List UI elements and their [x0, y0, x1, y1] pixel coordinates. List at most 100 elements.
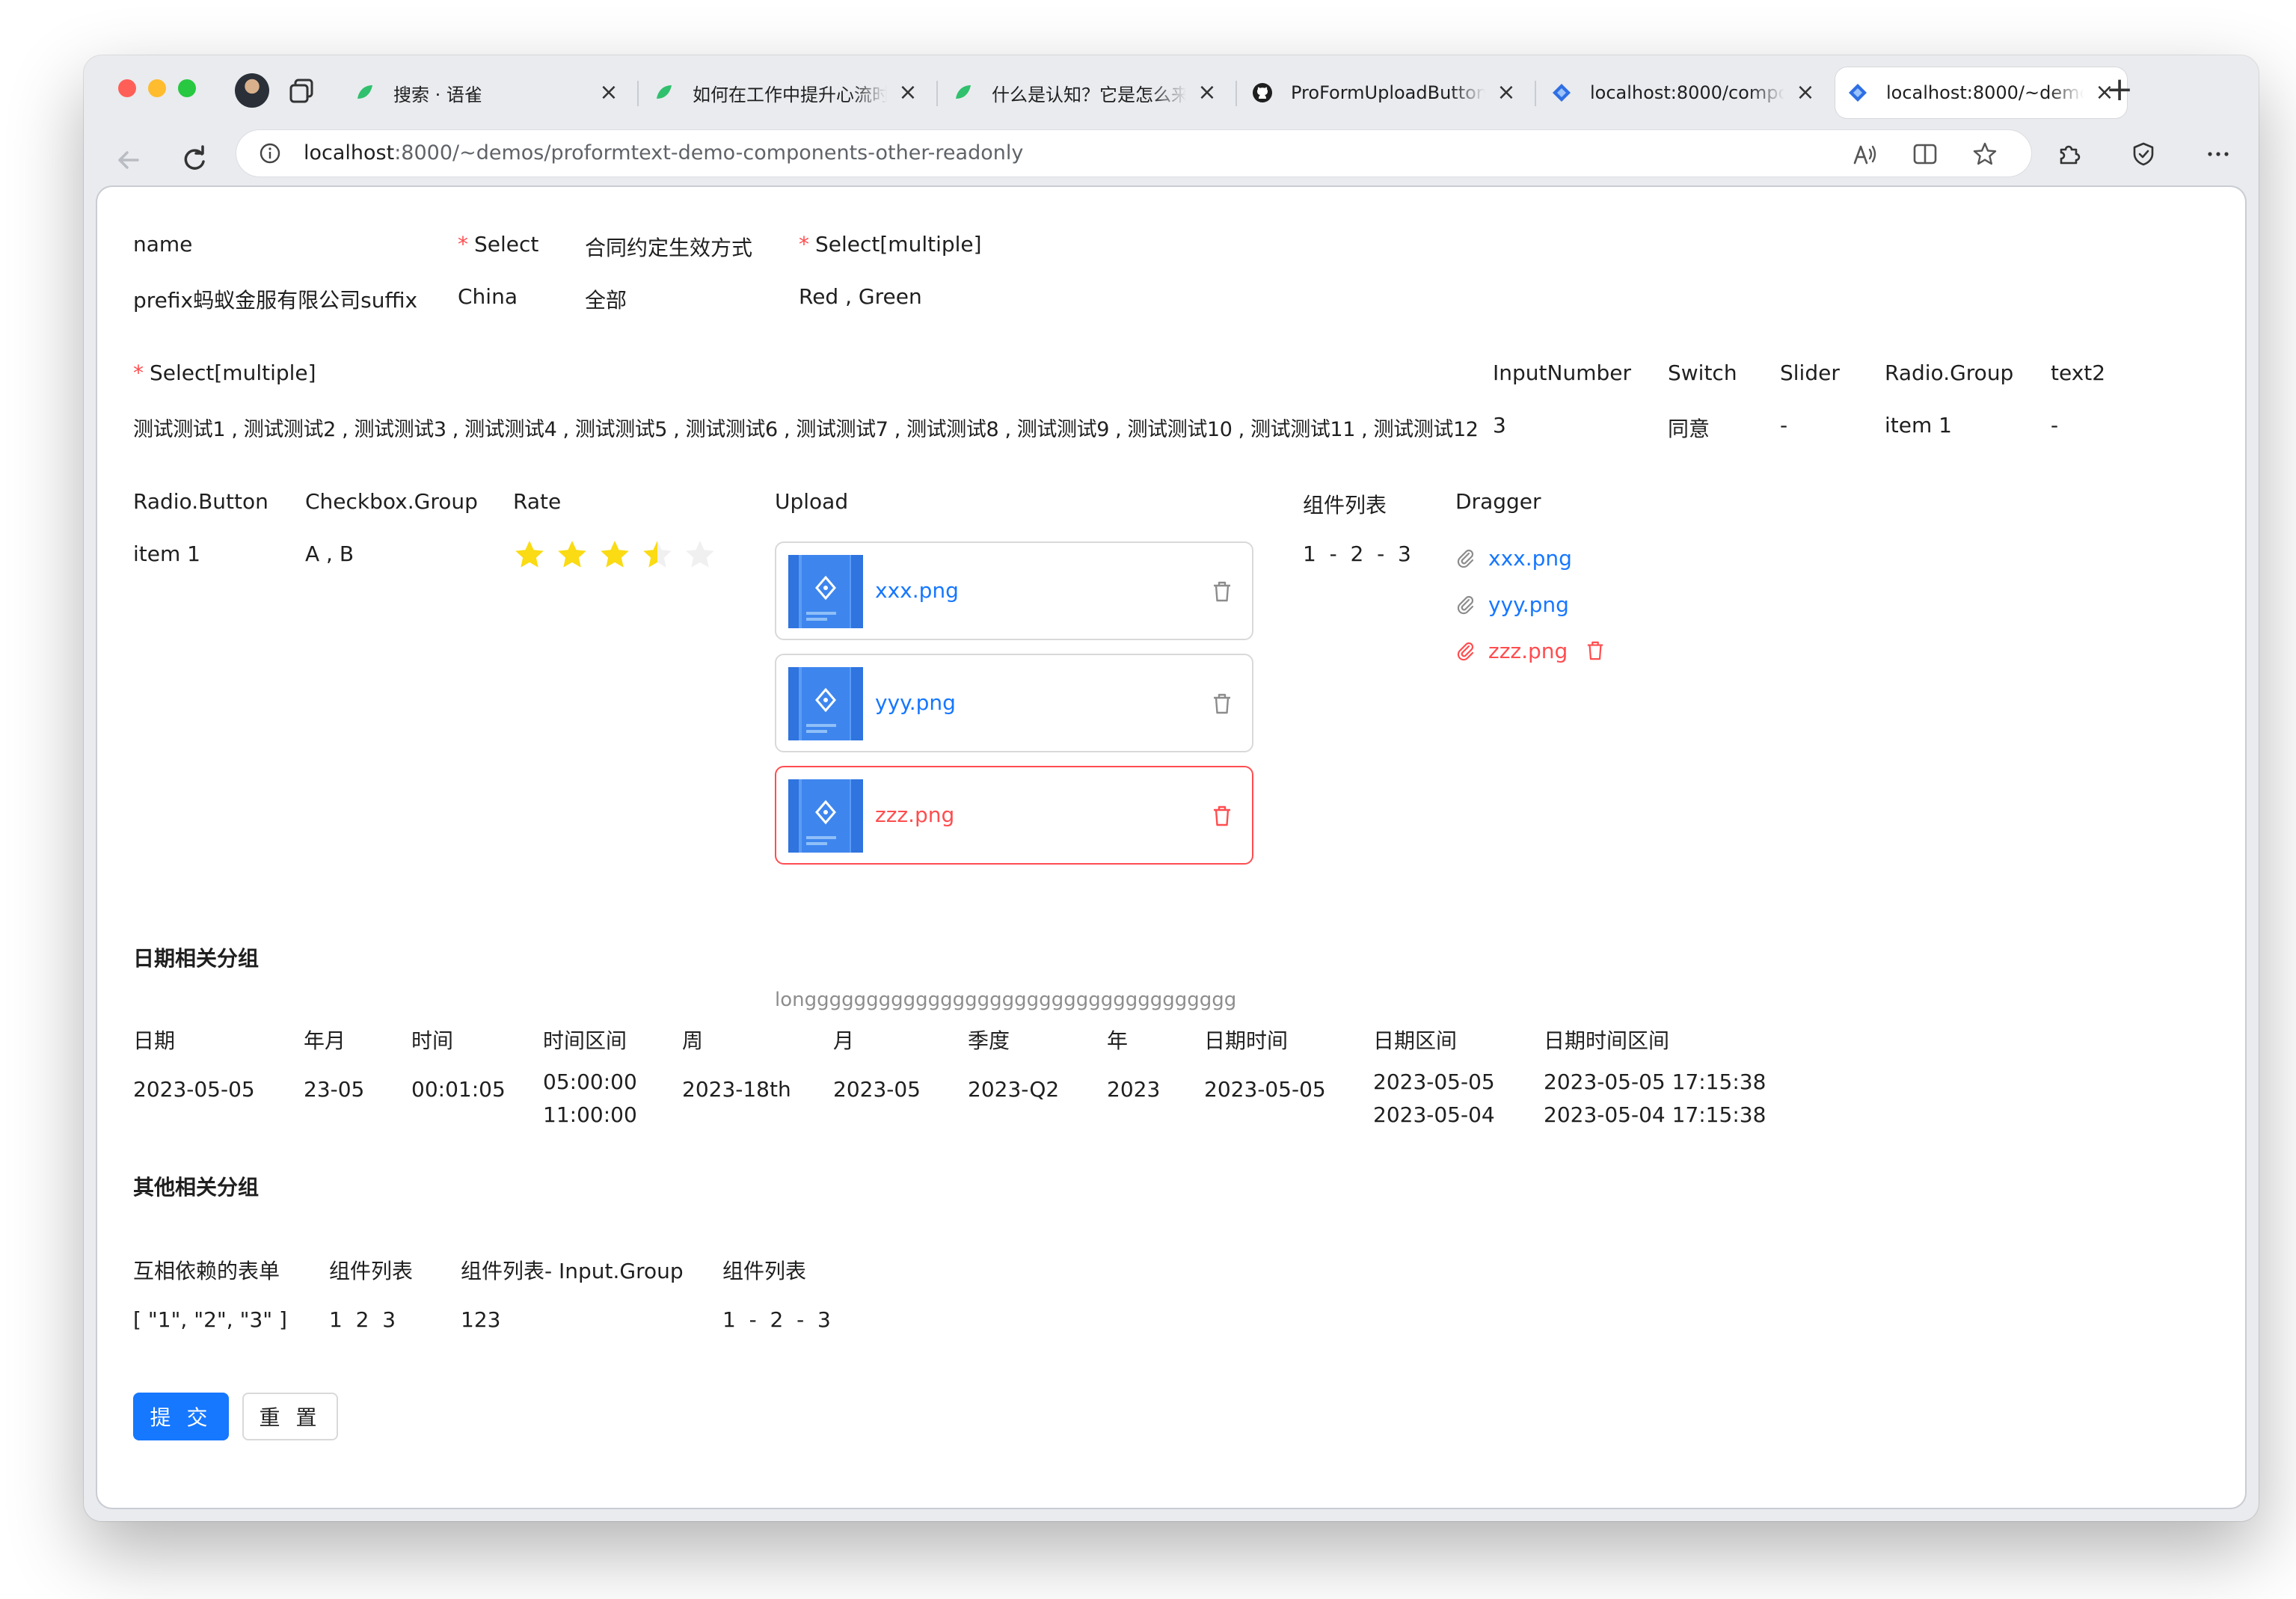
field-label-mon: 月 — [833, 1028, 855, 1053]
dumi-icon — [1553, 84, 1571, 102]
image-thumbnail-icon — [788, 667, 863, 740]
tab-yuque-search[interactable]: 搜索 · 语雀 × — [343, 67, 631, 118]
upload-file-card[interactable]: zzz.png — [775, 766, 1253, 865]
read-aloud-icon[interactable] — [1852, 141, 1879, 168]
upload-extra-text: longgggggggggggggggggggggggggggggggggg — [775, 989, 1237, 1011]
field-value-component-list: 1 - 2 - 3 — [1303, 541, 1411, 566]
site-info-icon[interactable] — [259, 142, 281, 165]
star-icon — [686, 541, 714, 568]
field-value-select-multiple: Red , Green — [799, 284, 922, 309]
field-label-list-1: 组件列表 — [329, 1259, 414, 1283]
field-label-switch: Switch — [1668, 360, 1737, 385]
paperclip-icon — [1457, 595, 1474, 615]
upload-file-card[interactable]: xxx.png — [775, 541, 1253, 640]
tab-title: 搜索 · 语雀 — [393, 84, 482, 105]
delete-icon[interactable] — [1212, 580, 1233, 603]
tab-divider — [936, 81, 938, 106]
tab-title: localhost:8000/~demos — [1886, 82, 2084, 103]
field-value-date: 2023-05-05 — [133, 1077, 255, 1102]
field-label-date-range: 日期区间 — [1373, 1028, 1458, 1053]
field-value-slider: - — [1780, 413, 1788, 438]
delete-icon[interactable] — [1212, 693, 1233, 715]
close-window-button[interactable] — [118, 79, 136, 97]
close-icon[interactable]: × — [1795, 82, 1816, 104]
required-mark: * — [458, 232, 468, 257]
dragger-file-name[interactable]: zzz.png — [1488, 639, 1568, 663]
field-value-year: 2023 — [1107, 1077, 1161, 1102]
field-value-select-multiple-2: 测试测试1 , 测试测试2 , 测试测试3 , 测试测试4 , 测试测试5 , … — [133, 418, 1479, 441]
field-value-mon: 2023-05 — [833, 1077, 921, 1102]
field-label-time: 时间 — [411, 1028, 454, 1053]
submit-button[interactable]: 提 交 — [133, 1393, 229, 1440]
close-icon[interactable]: × — [598, 82, 619, 104]
tab-localhost-components[interactable]: localhost:8000/components × — [1539, 67, 1828, 118]
tab-title: localhost:8000/components — [1590, 82, 1784, 103]
field-label-name: name — [133, 232, 193, 257]
delete-icon[interactable] — [1586, 640, 1605, 661]
paperclip-icon — [1457, 642, 1474, 661]
new-tab-button[interactable]: + — [2103, 73, 2136, 108]
maximize-window-button[interactable] — [178, 79, 196, 97]
field-label-text2: text2 — [2051, 360, 2106, 385]
field-label-radio-group: Radio.Group — [1885, 360, 2014, 385]
tab-localhost-demos-active[interactable]: localhost:8000/~demos × — [1835, 67, 2127, 118]
image-thumbnail-icon — [788, 555, 863, 628]
field-value-inputnumber: 3 — [1493, 413, 1506, 438]
field-label-list-input-group: 组件列表- Input.Group — [461, 1259, 684, 1283]
close-icon[interactable]: × — [1496, 82, 1517, 104]
field-label-slider: Slider — [1780, 360, 1840, 385]
group-title-date: 日期相关分组 — [133, 946, 260, 971]
field-label-week: 周 — [682, 1028, 704, 1053]
field-value-radio-group: item 1 — [1885, 413, 1952, 438]
close-icon[interactable]: × — [1197, 82, 1218, 104]
reset-button[interactable]: 重 置 — [242, 1393, 338, 1440]
tab-divider — [637, 81, 639, 106]
yuque-icon — [357, 85, 372, 99]
group-title-other: 其他相关分组 — [133, 1175, 260, 1200]
field-label-inputnumber: InputNumber — [1493, 360, 1631, 385]
field-label-datetime: 日期时间 — [1204, 1028, 1289, 1053]
upload-file-name[interactable]: yyy.png — [875, 655, 956, 751]
tab-github[interactable]: ProFormUploadButton × — [1240, 67, 1529, 118]
back-arrow-icon[interactable] — [111, 142, 147, 178]
tab-divider — [1535, 81, 1536, 106]
close-icon[interactable]: × — [897, 82, 918, 104]
delete-icon[interactable] — [1212, 805, 1233, 827]
field-label-month: 年月 — [304, 1028, 346, 1053]
profile-avatar[interactable] — [235, 73, 269, 108]
dumi-icon — [1849, 84, 1867, 102]
more-options-icon[interactable] — [2205, 141, 2232, 168]
tab-flow-time[interactable]: 如何在工作中提升心流时间 × — [642, 67, 930, 118]
field-value-datetime-range-end: 2023-05-04 17:15:38 — [1544, 1102, 1766, 1127]
tab-collection-icon[interactable] — [287, 76, 317, 106]
dragger-file-item[interactable]: zzz.png — [1455, 636, 1605, 666]
field-value-radio-button: item 1 — [133, 541, 200, 566]
dragger-file-name[interactable]: xxx.png — [1488, 546, 1572, 571]
dragger-file-item[interactable]: xxx.png — [1455, 543, 1572, 573]
field-label-time-range: 时间区间 — [543, 1028, 627, 1053]
url-host: localhost — [304, 141, 395, 165]
field-label-dragger: Dragger — [1455, 489, 1541, 514]
field-value-contract: 全部 — [585, 288, 627, 313]
url-path: :8000/~demos/proformtext-demo-components… — [394, 141, 1024, 165]
minimize-window-button[interactable] — [148, 79, 166, 97]
favorite-star-icon[interactable] — [1971, 141, 1998, 168]
dragger-file-item[interactable]: yyy.png — [1455, 589, 1569, 619]
dragger-file-name[interactable]: yyy.png — [1488, 592, 1569, 617]
url-text[interactable]: localhost:8000/~demos/proformtext-demo-c… — [304, 130, 1023, 177]
address-bar[interactable]: localhost:8000/~demos/proformtext-demo-c… — [236, 130, 2031, 177]
tab-cognition[interactable]: 什么是认知？它是怎么来的 × — [941, 67, 1230, 118]
field-value-month: 23-05 — [304, 1077, 365, 1102]
field-value-select: China — [458, 284, 518, 309]
star-icon — [515, 541, 544, 568]
upload-file-name[interactable]: xxx.png — [875, 543, 959, 639]
upload-file-name[interactable]: zzz.png — [875, 767, 954, 863]
field-label-select: * Select — [458, 232, 539, 257]
upload-file-card[interactable]: yyy.png — [775, 654, 1253, 752]
field-value-time: 00:01:05 — [411, 1077, 506, 1102]
browser-essentials-icon[interactable] — [2130, 141, 2157, 168]
split-screen-icon[interactable] — [1912, 141, 1939, 168]
field-label-component-list: 组件列表 — [1303, 493, 1387, 518]
extensions-icon[interactable] — [2055, 141, 2082, 168]
refresh-icon[interactable] — [177, 142, 212, 178]
